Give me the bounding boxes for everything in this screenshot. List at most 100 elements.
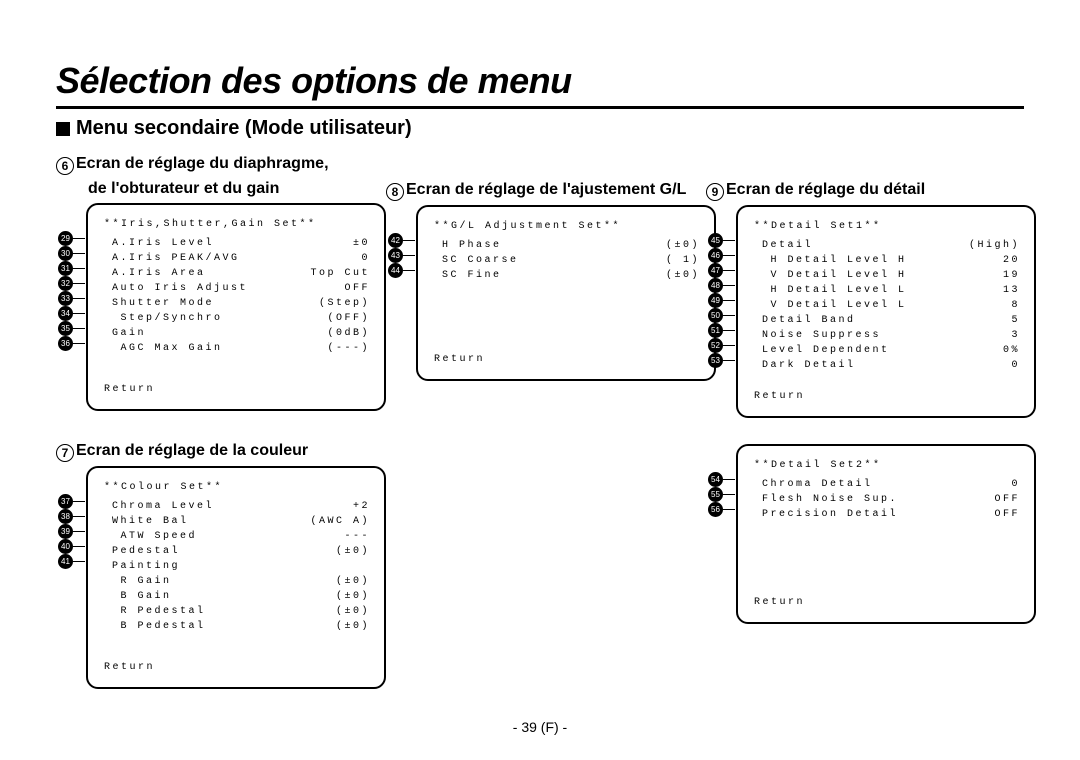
block7-title: 7Ecran de réglage de la couleur — [56, 441, 386, 462]
return-label[interactable]: Return — [754, 389, 1020, 404]
callout-bubble: 47 — [708, 263, 723, 278]
return-label[interactable]: Return — [104, 382, 370, 397]
menu-row[interactable]: Dark Detail0 — [762, 358, 1020, 373]
callout-bubble: 49 — [708, 293, 723, 308]
block8-title: 8Ecran de réglage de l'ajustement G/L — [386, 180, 706, 201]
menu-row-value: 8 — [1011, 298, 1020, 313]
menu-row-label: B Gain — [112, 589, 172, 604]
menu-row[interactable]: SC Coarse( 1) — [442, 253, 700, 268]
menu-row-label: R Gain — [112, 574, 172, 589]
menu-row[interactable]: Pedestal(±0) — [112, 544, 370, 559]
callout-bubble: 44 — [388, 263, 403, 278]
menu-row[interactable]: Painting — [112, 559, 370, 574]
menu-row-value: ( 1) — [666, 253, 700, 268]
menu-row-label: A.Iris Area — [112, 266, 206, 281]
menu-row-label: Flesh Noise Sup. — [762, 492, 898, 507]
callout-bubble: 55 — [708, 487, 723, 502]
section-title-label: Menu secondaire (Mode utilisateur) — [76, 117, 412, 140]
callout-bubble: 53 — [708, 353, 723, 368]
return-label[interactable]: Return — [104, 660, 370, 675]
menu-row-value: 0% — [1003, 343, 1020, 358]
menu-row[interactable]: H Phase(±0) — [442, 238, 700, 253]
osd-head: **Colour Set** — [104, 480, 370, 495]
callout-bubble: 40 — [58, 539, 73, 554]
menu-row-label: A.Iris Level — [112, 236, 214, 251]
callouts-8: 424344 — [388, 233, 403, 278]
menu-row[interactable]: A.Iris Level±0 — [112, 236, 370, 251]
menu-row-label: Detail — [762, 238, 813, 253]
square-icon — [56, 122, 70, 136]
section-title: Menu secondaire (Mode utilisateur) — [56, 117, 1024, 140]
menu-row[interactable]: Level Dependent0% — [762, 343, 1020, 358]
callout-bubble: 36 — [58, 336, 73, 351]
menu-row-label: B Pedestal — [112, 619, 206, 634]
menu-row[interactable]: Detail Band5 — [762, 313, 1020, 328]
menu-row[interactable]: Auto Iris AdjustOFF — [112, 281, 370, 296]
menu-row[interactable]: Step/Synchro(OFF) — [112, 311, 370, 326]
menu-row[interactable]: A.Iris PEAK/AVG0 — [112, 251, 370, 266]
osd-detail-set2: **Detail Set2** Chroma Detail0Flesh Nois… — [736, 444, 1036, 624]
menu-row-value: 5 — [1011, 313, 1020, 328]
callouts-6: 2930313233343536 — [58, 231, 73, 351]
menu-row[interactable]: B Pedestal (±0) — [112, 619, 370, 634]
menu-row[interactable]: ATW Speed--- — [112, 529, 370, 544]
menu-row-value: (±0) — [336, 619, 370, 634]
menu-row-value: +2 — [353, 499, 370, 514]
menu-row[interactable]: R Gain(±0) — [112, 574, 370, 589]
menu-row-value: (±0) — [336, 589, 370, 604]
menu-row[interactable]: Gain(0dB) — [112, 326, 370, 341]
menu-row-value: 0 — [1011, 477, 1020, 492]
callout-bubble: 54 — [708, 472, 723, 487]
callout-bubble: 33 — [58, 291, 73, 306]
callout-bubble: 42 — [388, 233, 403, 248]
menu-row-label: Chroma Level — [112, 499, 214, 514]
menu-row[interactable]: H Detail Level L13 — [762, 283, 1020, 298]
return-label[interactable]: Return — [434, 352, 485, 367]
callout-bubble: 29 — [58, 231, 73, 246]
menu-row[interactable]: AGC Max Gain(---) — [112, 341, 370, 356]
menu-row-label: Painting — [112, 559, 180, 574]
menu-row[interactable]: Chroma Level +2 — [112, 499, 370, 514]
menu-row-label: H Detail Level H — [762, 253, 907, 268]
block6-title-b: de l'obturateur et du gain — [88, 179, 386, 199]
menu-row-label: V Detail Level H — [762, 268, 907, 283]
block6-title: 6Ecran de réglage du diaphragme, — [56, 154, 386, 175]
menu-row[interactable]: H Detail Level H20 — [762, 253, 1020, 268]
return-label[interactable]: Return — [754, 595, 805, 610]
osd-head: **Detail Set2** — [754, 458, 1020, 473]
callout-bubble: 45 — [708, 233, 723, 248]
circ-7-icon: 7 — [56, 444, 74, 462]
menu-row[interactable]: Precision DetailOFF — [762, 507, 1020, 522]
menu-row-label: Auto Iris Adjust — [112, 281, 248, 296]
callout-bubble: 41 — [58, 554, 73, 569]
menu-row[interactable]: R Pedestal(±0) — [112, 604, 370, 619]
callout-bubble: 38 — [58, 509, 73, 524]
menu-row-value: 0 — [361, 251, 370, 266]
osd-iris-shutter-gain: **Iris,Shutter,Gain Set** A.Iris Level±0… — [86, 203, 386, 411]
osd-head: **Iris,Shutter,Gain Set** — [104, 217, 370, 232]
menu-row[interactable]: Flesh Noise Sup. OFF — [762, 492, 1020, 507]
menu-row-value: --- — [344, 529, 370, 544]
menu-row-label: AGC Max Gain — [112, 341, 223, 356]
menu-row[interactable]: Noise Suppress3 — [762, 328, 1020, 343]
menu-row-label: Pedestal — [112, 544, 180, 559]
menu-row[interactable]: A.Iris AreaTop Cut — [112, 266, 370, 281]
menu-row[interactable]: Chroma Detail0 — [762, 477, 1020, 492]
page-footer: - 39 (F) - — [56, 719, 1024, 735]
menu-row[interactable]: V Detail Level L8 — [762, 298, 1020, 313]
menu-row[interactable]: White Bal(AWC A) — [112, 514, 370, 529]
callout-bubble: 39 — [58, 524, 73, 539]
callout-bubble: 48 — [708, 278, 723, 293]
menu-row[interactable]: Shutter Mode(Step) — [112, 296, 370, 311]
menu-row-label: Dark Detail — [762, 358, 856, 373]
callouts-9b: 545556 — [708, 472, 723, 517]
menu-row[interactable]: B Gain (±0) — [112, 589, 370, 604]
menu-row[interactable]: Detail(High) — [762, 238, 1020, 253]
menu-row[interactable]: SC Fine(±0) — [442, 268, 700, 283]
callout-bubble: 51 — [708, 323, 723, 338]
menu-row-value: OFF — [994, 492, 1020, 507]
osd-colour-set: **Colour Set** Chroma Level +2White Bal(A… — [86, 466, 386, 689]
menu-row[interactable]: V Detail Level H19 — [762, 268, 1020, 283]
menu-row-value: OFF — [994, 507, 1020, 522]
menu-row-value: (AWC A) — [310, 514, 370, 529]
